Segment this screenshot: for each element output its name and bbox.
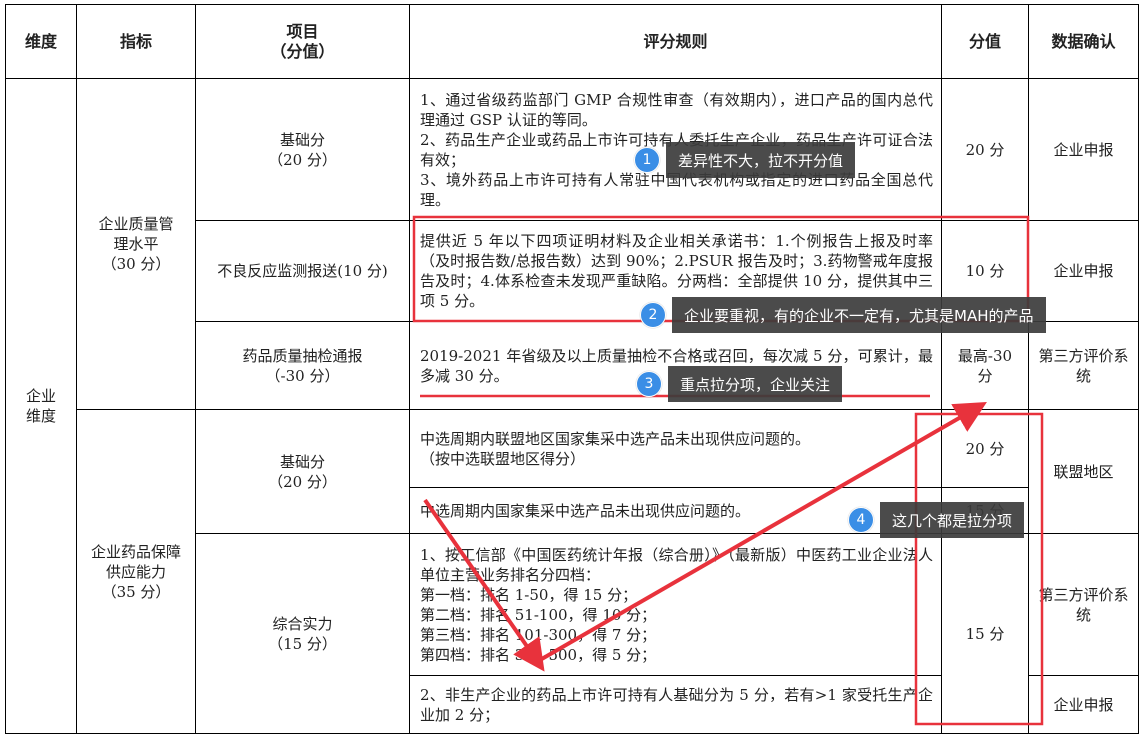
score-cell: 15 分	[941, 533, 1029, 734]
rule-line: （按中选联盟地区得分）	[420, 449, 586, 468]
callout-2: 2 企业要重视，有的企业不一定有，尤其是MAH的产品	[640, 297, 1046, 333]
confirm-cell: 第三方评价系统	[1028, 321, 1139, 410]
rule-line: 第二档：排名 51-100，得 10 分；	[420, 605, 657, 624]
indicator-score: （35 分）	[101, 582, 171, 601]
confirm-cell: 企业申报	[1028, 78, 1139, 221]
scoring-table: 维度 指标 项目 （分值） 评分规则 分值 数据确认 企业维度 企业质量管理水平…	[5, 4, 1139, 734]
header-confirm: 数据确认	[1028, 4, 1139, 79]
item-score: （20 分）	[268, 472, 337, 491]
item-score: （20 分）	[268, 150, 337, 169]
header-item: 项目 （分值）	[195, 4, 410, 79]
item-label: 综合实力	[272, 614, 333, 633]
table-row: 企业维度 企业质量管理水平 （30 分） 基础分 （20 分） 1、通过省级药监…	[5, 78, 1139, 734]
indicator-label: 企业质量管理水平	[98, 215, 174, 253]
score-cell: 最高-30 分	[941, 321, 1029, 410]
rule-line: 第四档：排名 301-500，得 5 分；	[420, 645, 657, 664]
rule-line: 第一档：排名 1-50，得 15 分；	[420, 585, 638, 604]
score-cell: 20 分	[941, 409, 1029, 488]
callout-badge: 4	[848, 507, 874, 533]
header-item-sub: （分值）	[270, 41, 335, 61]
indicator-score: （30 分）	[101, 255, 171, 273]
item-score: （-30 分）	[265, 366, 340, 385]
callout-badge: 3	[636, 371, 662, 397]
rule-line: 第三档：排名 101-300，得 7 分；	[420, 625, 657, 644]
confirm-cell: 第三方评价系统	[1028, 533, 1139, 676]
indicator-cell: 企业质量管理水平 （30 分）	[76, 78, 196, 410]
item-label: 药品质量抽检通报	[242, 346, 363, 365]
callout-text: 差异性不大，拉不开分值	[666, 142, 856, 178]
callout-badge: 2	[640, 302, 666, 328]
confirm-cell: 企业申报	[1028, 675, 1139, 734]
dimension-cell: 企业维度	[5, 78, 77, 734]
item-score: （15 分）	[268, 634, 337, 653]
callout-text: 重点拉分项，企业关注	[668, 366, 843, 402]
callout-3: 3 重点拉分项，企业关注	[636, 366, 843, 402]
header-indicator: 指标	[76, 4, 196, 79]
rule-line: 中选周期内联盟地区国家集采中选产品未出现供应问题的。	[420, 429, 811, 448]
header-item-label: 项目	[286, 21, 319, 41]
item-cell: 基础分 （20 分）	[195, 78, 410, 221]
callout-text: 企业要重视，有的企业不一定有，尤其是MAH的产品	[672, 297, 1046, 333]
header-row: 维度 指标 项目 （分值） 评分规则 分值 数据确认	[5, 4, 1139, 79]
indicator-cell: 企业药品保障供应能力 （35 分）	[76, 409, 196, 734]
header-dimension: 维度	[5, 4, 77, 79]
callout-badge: 1	[634, 147, 660, 173]
header-rule: 评分规则	[409, 4, 942, 79]
indicator-label: 企业药品保障供应能力	[90, 542, 181, 581]
rule-cell: 2、非生产企业的药品上市许可持有人基础分为 5 分，若有>1 家受托生产企业加 …	[409, 675, 942, 734]
score-cell: 20 分	[941, 78, 1029, 221]
callout-text: 这几个都是拉分项	[880, 502, 1025, 538]
callout-4: 4 这几个都是拉分项	[848, 502, 1025, 538]
item-cell: 基础分 （20 分）	[195, 409, 410, 534]
rule-line: 1、通过省级药监部门 GMP 合规性审查（有效期内），进口产品的国内总代理通过 …	[420, 90, 933, 129]
rule-line: 1、按工信部《中国医药统计年报（综合册）》（最新版）中医药工业企业法人单位主营业…	[420, 545, 933, 584]
item-cell: 药品质量抽检通报 （-30 分）	[195, 321, 410, 410]
item-label: 基础分	[279, 130, 325, 149]
header-score: 分值	[941, 4, 1029, 79]
table-row: 企业药品保障供应能力 （35 分） 基础分 （20 分） 中选周期内联盟地区国家…	[6, 409, 1139, 734]
callout-1: 1 差异性不大，拉不开分值	[634, 142, 856, 178]
rule-cell: 1、按工信部《中国医药统计年报（综合册）》（最新版）中医药工业企业法人单位主营业…	[409, 533, 942, 676]
rule-cell: 中选周期内联盟地区国家集采中选产品未出现供应问题的。 （按中选联盟地区得分）	[409, 409, 942, 488]
confirm-cell: 联盟地区	[1028, 409, 1139, 534]
item-cell: 综合实力 （15 分）	[195, 533, 410, 734]
rule-line: 2、非生产企业的药品上市许可持有人基础分为 5 分，若有>1 家受托生产企业加 …	[420, 685, 933, 724]
item-cell: 不良反应监测报送(10 分)	[195, 220, 410, 322]
item-label: 基础分	[279, 452, 325, 471]
